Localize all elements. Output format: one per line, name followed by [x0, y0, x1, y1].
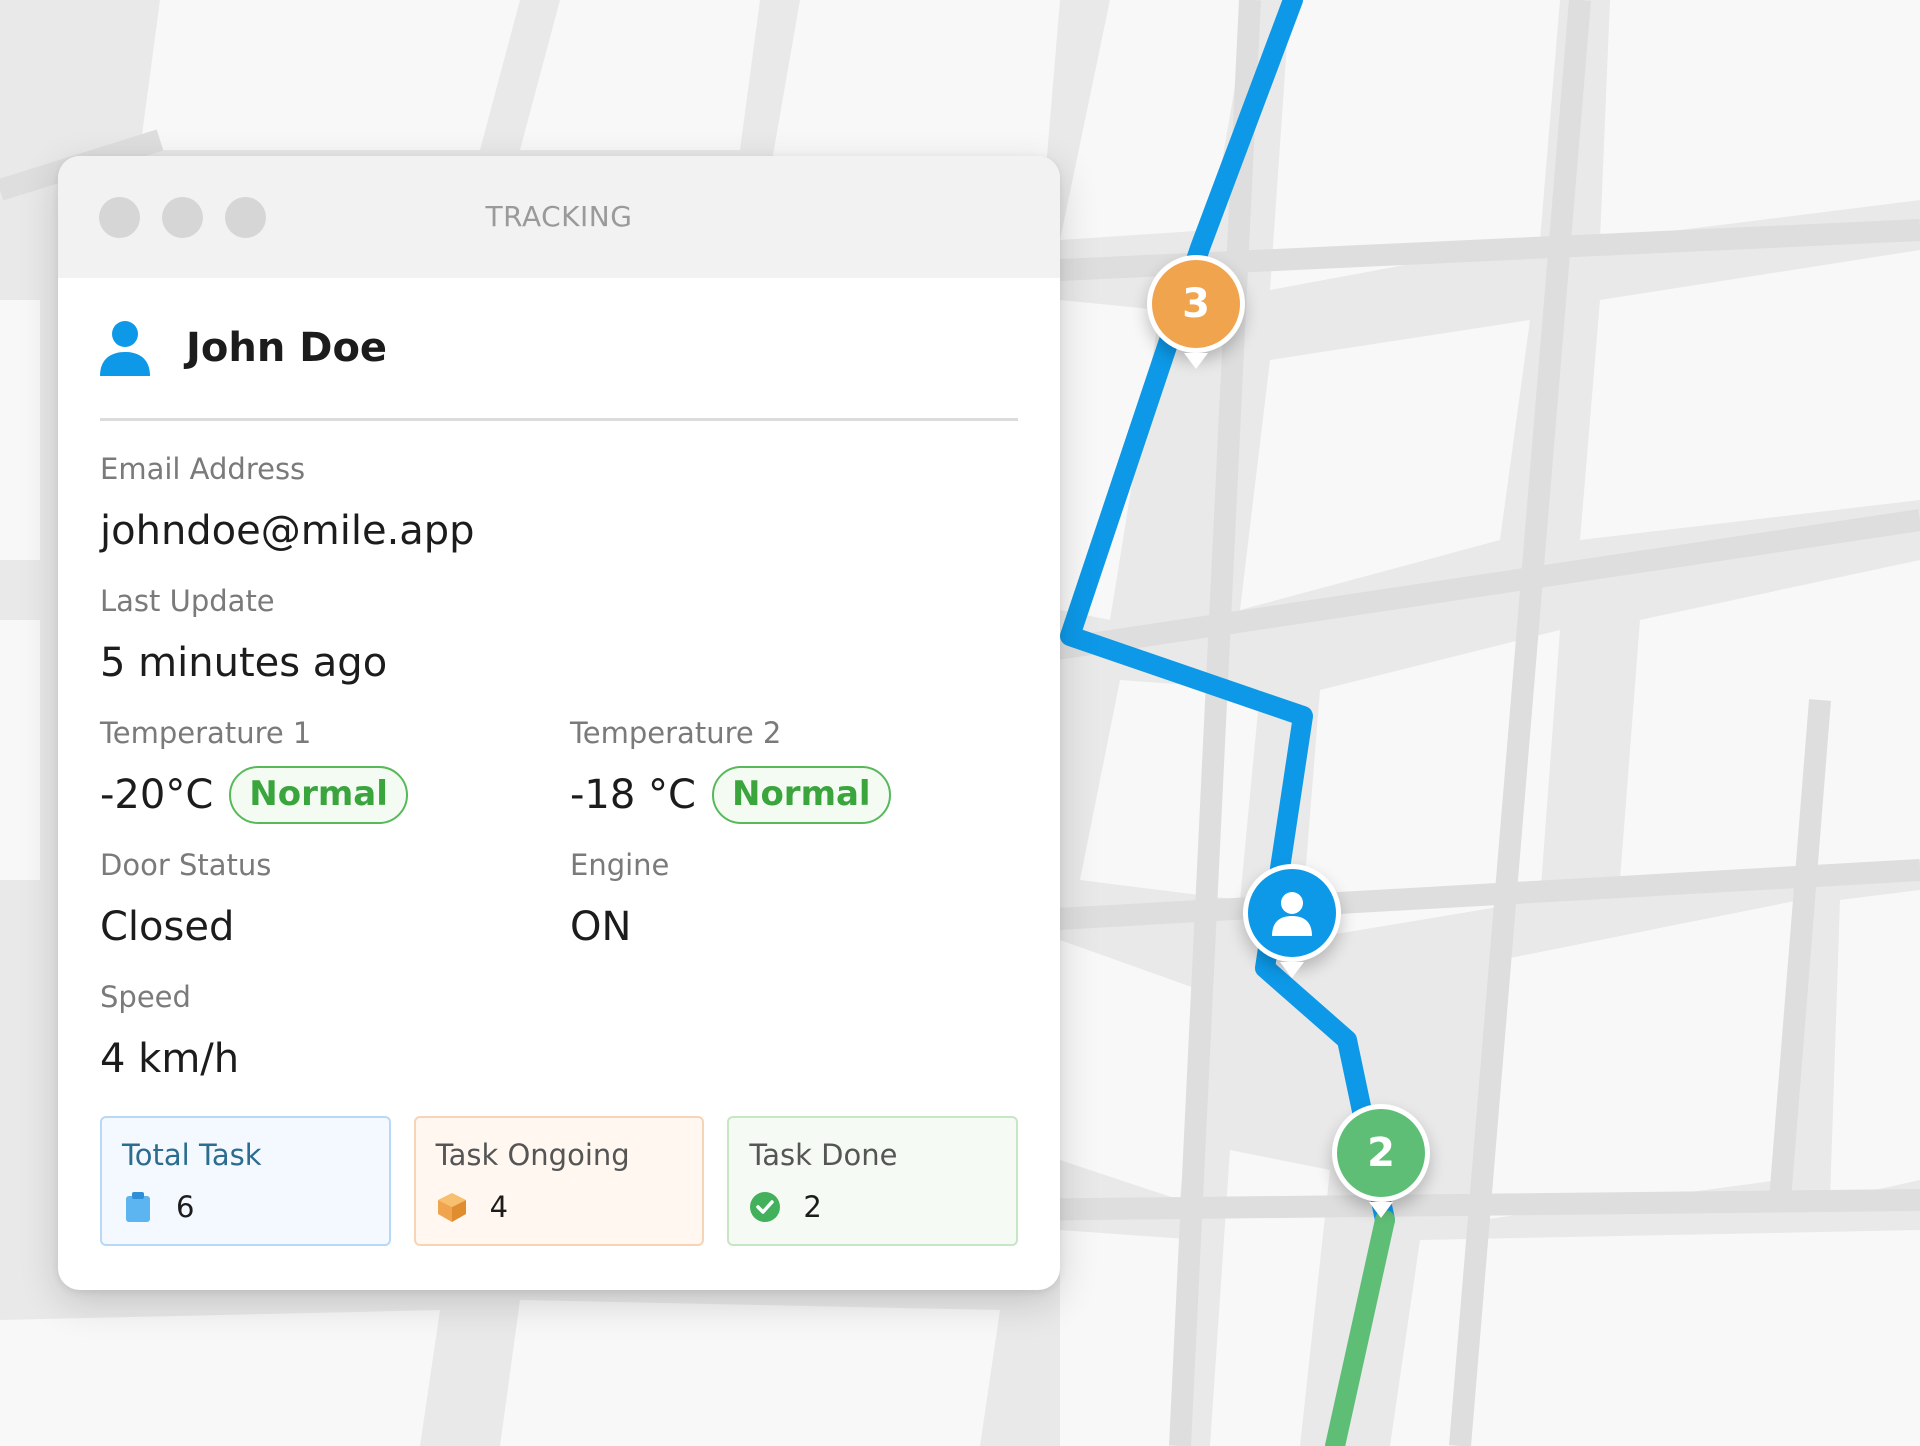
user-icon — [1272, 892, 1312, 936]
user-header: John Doe — [100, 278, 1018, 421]
engine-label: Engine — [570, 848, 670, 882]
total-task-count: 6 — [176, 1190, 195, 1224]
door-status-label: Door Status — [100, 848, 272, 882]
user-name: John Doe — [186, 325, 388, 371]
task-ongoing-count: 4 — [489, 1190, 509, 1224]
task-ongoing-label: Task Ongoing — [435, 1138, 630, 1172]
total-task-label: Total Task — [122, 1138, 262, 1172]
temperature2-row: -18 °C Normal — [570, 766, 891, 824]
task-done-count: 2 — [803, 1190, 822, 1224]
temperature2-label: Temperature 2 — [570, 716, 782, 750]
temperature2-value: -18 °C — [570, 772, 696, 818]
user-icon — [100, 321, 150, 376]
check-circle-icon — [750, 1192, 781, 1222]
temperature1-row: -20°C Normal — [100, 766, 408, 824]
total-task-card[interactable]: Total Task 6 — [100, 1116, 391, 1246]
route-marker-3[interactable]: 3 — [1147, 255, 1245, 369]
window-titlebar: TRACKING — [58, 156, 1060, 278]
temperature1-status-badge: Normal — [229, 766, 408, 824]
speed-value: 4 km/h — [100, 1036, 240, 1082]
task-done-card[interactable]: Task Done 2 — [727, 1116, 1019, 1246]
engine-value: ON — [570, 904, 632, 950]
email-value: johndoe@mile.app — [100, 508, 475, 554]
last-update-value: 5 minutes ago — [100, 640, 388, 686]
task-ongoing-card[interactable]: Task Ongoing 4 — [413, 1116, 705, 1246]
tracking-details: John Doe Email Address johndoe@mile.app … — [100, 278, 1019, 1246]
last-update-label: Last Update — [100, 584, 275, 618]
temperature2-status-badge: Normal — [711, 766, 891, 824]
driver-location-marker[interactable] — [1243, 864, 1341, 978]
window-title: TRACKING — [485, 200, 633, 233]
temperature1-value: -20°C — [100, 772, 214, 818]
tracking-window: TRACKING John Doe Email Address johndoe@… — [58, 156, 1060, 1290]
clipboard-icon — [126, 1192, 150, 1222]
task-summary: Total Task 6 Task Ongoing 4 Task Done 2 — [100, 1116, 1019, 1246]
door-status-value: Closed — [100, 904, 235, 950]
route-marker-2[interactable]: 2 — [1332, 1104, 1430, 1218]
speed-label: Speed — [100, 980, 191, 1014]
temperature1-label: Temperature 1 — [100, 716, 312, 750]
email-label: Email Address — [100, 452, 306, 486]
task-done-label: Task Done — [749, 1138, 898, 1172]
box-icon — [437, 1193, 466, 1222]
